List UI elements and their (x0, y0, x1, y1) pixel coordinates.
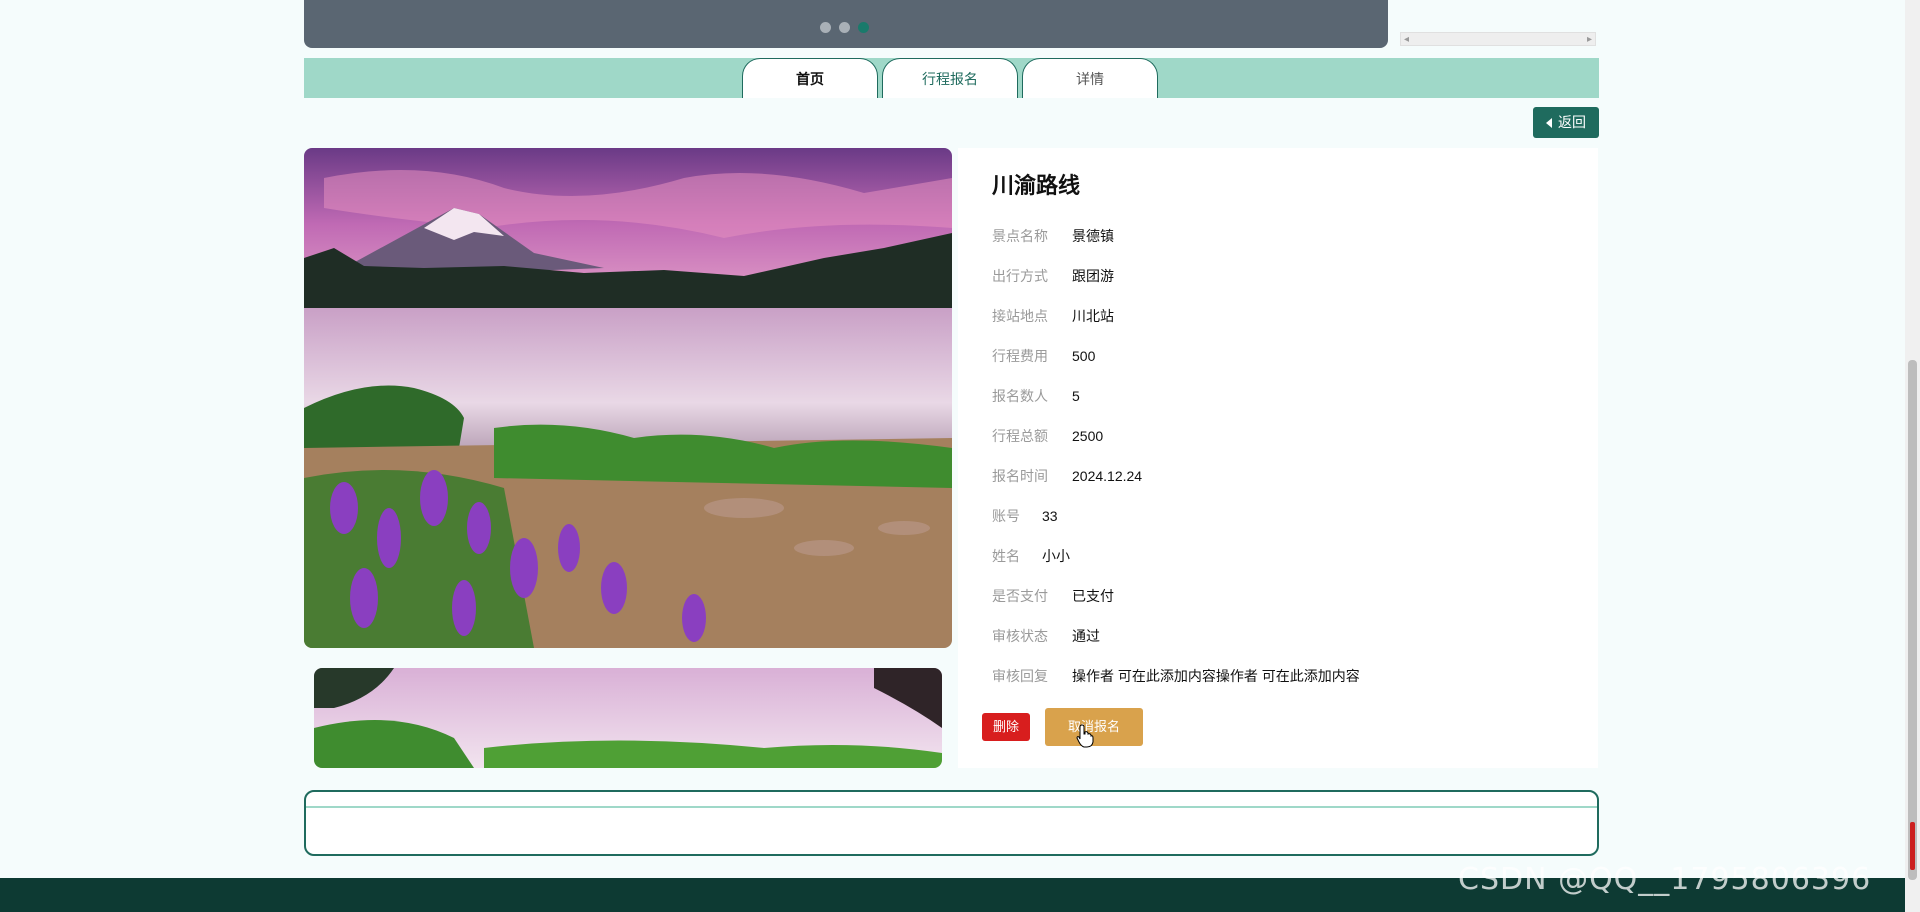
divider (306, 806, 1597, 808)
field-value: 操作者 可在此添加内容操作者 可在此添加内容 (1072, 668, 1360, 684)
cancel-signup-button[interactable]: 取消报名 (1045, 708, 1143, 746)
field-label: 行程费用 (992, 348, 1048, 364)
tab-details[interactable]: 详情 (1022, 58, 1158, 98)
scroll-right-icon[interactable]: ▸ (1587, 33, 1592, 46)
field-row: 账号 33 (992, 504, 1058, 528)
scroll-left-icon[interactable]: ◂ (1404, 33, 1409, 46)
field-row: 出行方式 跟团游 (992, 264, 1114, 288)
field-row: 行程总额 2500 (992, 424, 1103, 448)
field-label: 接站地点 (992, 308, 1048, 324)
field-value: 2024.12.24 (1072, 468, 1143, 484)
banner-carousel (304, 0, 1388, 48)
field-value: 2500 (1072, 428, 1104, 444)
carousel-dot[interactable] (839, 22, 850, 33)
vertical-scrollbar[interactable] (1905, 0, 1920, 912)
back-button-label: 返回 (1558, 114, 1586, 130)
field-label: 是否支付 (992, 588, 1048, 604)
field-label: 出行方式 (992, 268, 1048, 284)
tab-home[interactable]: 首页 (742, 58, 878, 98)
trip-title: 川渝路线 (992, 173, 1081, 198)
scrollbar-thumb[interactable] (1908, 360, 1917, 880)
field-row: 行程费用 500 (992, 344, 1095, 368)
carousel-dot-active[interactable] (858, 22, 869, 33)
field-row: 是否支付 已支付 (992, 584, 1114, 608)
field-label: 景点名称 (992, 228, 1048, 244)
back-button[interactable]: 返回 (1533, 107, 1599, 138)
field-row: 报名时间 2024.12.24 (992, 464, 1142, 488)
detail-panel: 川渝路线 景点名称 景德镇 出行方式 跟团游 接站地点 川北站 行程费用 500… (958, 148, 1598, 768)
field-value: 已支付 (1072, 588, 1114, 604)
field-value: 33 (1042, 508, 1058, 524)
bottom-panel (304, 790, 1599, 856)
field-label: 报名数人 (992, 388, 1048, 404)
thumbnail-image[interactable] (314, 668, 942, 768)
field-label: 账号 (992, 508, 1020, 524)
field-row: 审核状态 通过 (992, 624, 1100, 648)
field-row: 报名数人 5 (992, 384, 1080, 408)
carousel-dot[interactable] (820, 22, 831, 33)
horizontal-scrollbar[interactable]: ◂ ▸ (1400, 32, 1596, 46)
tab-trip-signup[interactable]: 行程报名 (882, 58, 1018, 98)
field-label: 报名时间 (992, 468, 1048, 484)
hand-pointer-icon (1076, 724, 1094, 753)
field-row: 姓名 小小 (992, 544, 1070, 568)
field-label: 审核状态 (992, 628, 1048, 644)
field-value: 5 (1072, 388, 1080, 404)
field-label: 行程总额 (992, 428, 1048, 444)
delete-button[interactable]: 删除 (982, 713, 1030, 741)
field-value: 景德镇 (1072, 228, 1114, 244)
carousel-dots (820, 22, 869, 33)
field-value: 500 (1072, 348, 1096, 364)
field-value: 小小 (1042, 548, 1070, 564)
field-label: 姓名 (992, 548, 1020, 564)
field-value: 通过 (1072, 628, 1100, 644)
field-row: 接站地点 川北站 (992, 304, 1114, 328)
main-landscape-image (304, 148, 952, 648)
nav-bar: 首页 行程报名 详情 (304, 58, 1599, 98)
field-value: 跟团游 (1072, 268, 1114, 284)
back-arrow-icon (1546, 118, 1552, 128)
field-row: 审核回复 操作者 可在此添加内容操作者 可在此添加内容 (992, 664, 1360, 688)
field-row: 景点名称 景德镇 (992, 224, 1114, 248)
field-label: 审核回复 (992, 668, 1048, 684)
watermark: CSDN @QQ__1795806396 (1458, 862, 1872, 897)
scroll-indicator (1910, 822, 1915, 870)
field-value: 川北站 (1072, 308, 1114, 324)
